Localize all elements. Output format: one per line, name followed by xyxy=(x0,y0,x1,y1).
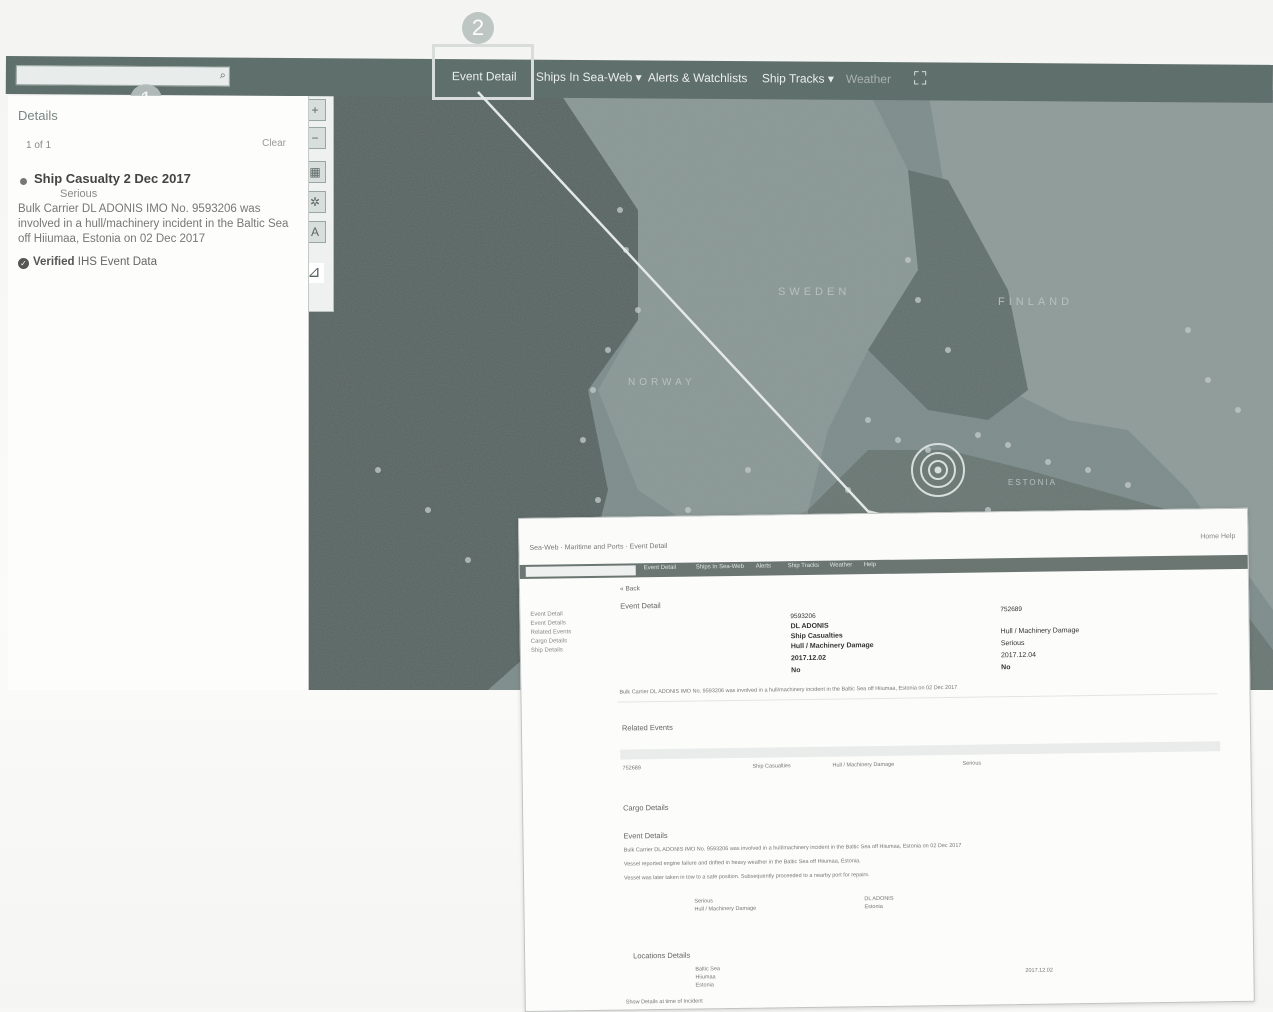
event-detail-heading: Event Detail xyxy=(620,601,661,611)
cargo-details-heading: Cargo Details xyxy=(622,802,669,813)
event-detail-value: Serious xyxy=(694,898,714,905)
event-category: Ship Casualties xyxy=(790,632,843,641)
right-flag: No xyxy=(1001,664,1011,672)
inset-nav-3[interactable]: Ship Tracks xyxy=(788,563,819,569)
inset-nav-1[interactable]: Ships In Sea-Web xyxy=(696,564,744,571)
location-value: Baltic Sea xyxy=(695,966,721,973)
inset-search-input[interactable] xyxy=(525,565,636,577)
back-link[interactable]: « Back xyxy=(620,585,640,592)
event-detail-page: Sea-Web · Maritime and Ports · Event Det… xyxy=(518,507,1255,1012)
event-line: Bulk Carrier DL ADONIS IMO No. 9593206 w… xyxy=(623,842,962,854)
event-type: Hull / Machinery Damage xyxy=(790,642,874,651)
event-detail-value: Estonia xyxy=(864,903,883,911)
event-line: Vessel reported engine failure and drift… xyxy=(623,858,861,868)
ship-name: DL ADONIS xyxy=(790,622,829,631)
inset-nav-0[interactable]: Event Detail xyxy=(644,565,676,571)
inset-side-nav: Event Detail Event Details Related Event… xyxy=(530,610,601,656)
event-flag: No xyxy=(791,667,801,675)
inset-nav-4[interactable]: Weather xyxy=(830,562,853,568)
related-cell: Serious xyxy=(962,760,982,767)
inset-nav-5[interactable]: Help xyxy=(864,562,876,568)
event-details-heading: Event Details xyxy=(623,830,668,841)
related-cell: Hull / Machinery Damage xyxy=(832,761,895,769)
summary-line: Bulk Carrier DL ADONIS IMO No. 9593206 w… xyxy=(619,684,958,696)
related-cell: 752689 xyxy=(622,765,641,772)
event-date: 2017.12.02 xyxy=(790,654,827,663)
inset-browser-title: Sea-Web · Maritime and Ports · Event Det… xyxy=(529,542,668,552)
event-detail-value: Hull / Machinery Damage xyxy=(694,905,757,913)
event-line: Vessel was later taken in tow to a safe … xyxy=(624,872,870,882)
locations-heading: Locations Details xyxy=(633,950,691,961)
right-severity: Serious xyxy=(1000,639,1025,648)
location-value: Estonia xyxy=(695,982,714,989)
inset-browser-right: Home Help xyxy=(1200,532,1236,541)
location-value: 2017.12.02 xyxy=(1025,967,1053,974)
event-id: 752689 xyxy=(1000,605,1023,614)
right-event-type: Hull / Machinery Damage xyxy=(1000,627,1080,636)
right-date: 2017.12.04 xyxy=(1000,651,1037,660)
imo-number: 9593206 xyxy=(790,612,816,621)
side-link[interactable]: Ship Details xyxy=(531,646,601,656)
related-events-heading: Related Events xyxy=(621,722,673,733)
related-cell: Ship Casualties xyxy=(752,763,791,770)
related-table-header xyxy=(620,741,1221,760)
divider xyxy=(617,693,1218,703)
event-detail-value: DL ADONIS xyxy=(864,895,894,903)
show-details-link[interactable]: Show Details at time of Incident xyxy=(626,998,703,1005)
location-value: Hiiumaa xyxy=(695,974,716,981)
inset-nav-2[interactable]: Alerts xyxy=(756,563,771,569)
